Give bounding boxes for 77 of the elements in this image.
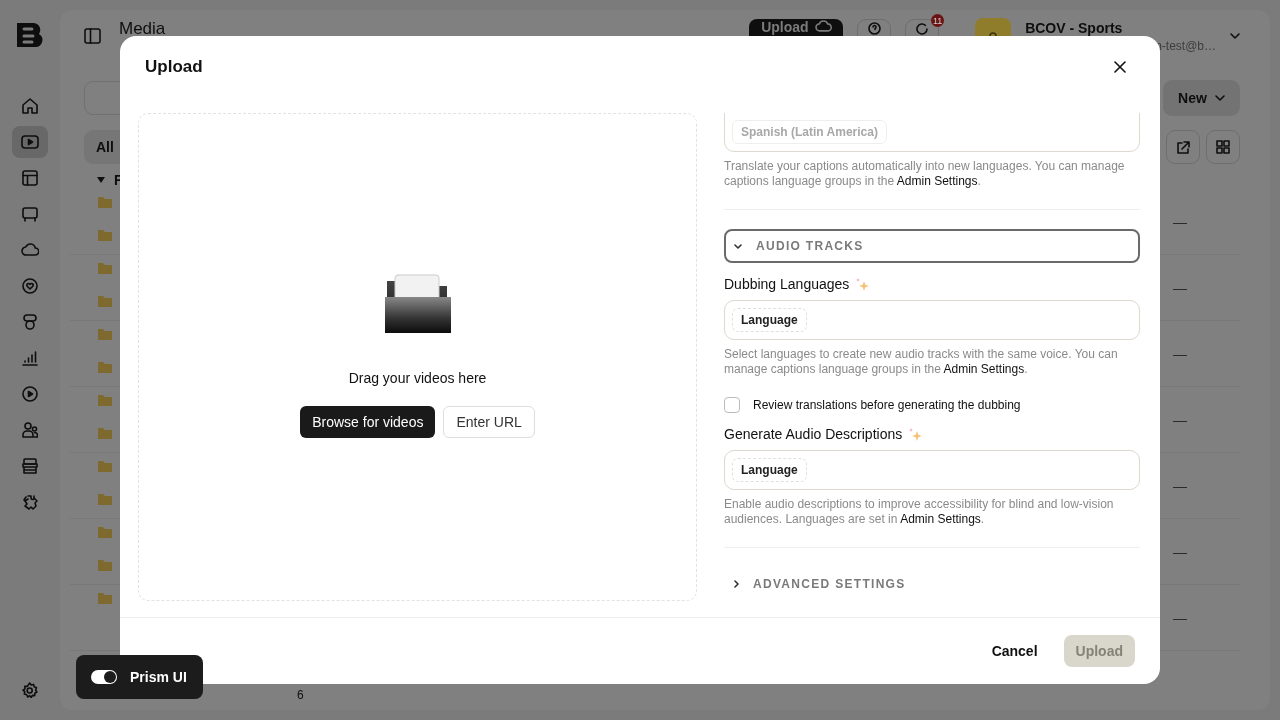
cancel-button[interactable]: Cancel: [985, 642, 1044, 660]
section-header[interactable]: ADVANCED SETTINGS: [724, 567, 1140, 601]
home-icon: [22, 98, 38, 114]
folder-icon: [97, 493, 113, 506]
notification-badge: 11: [931, 14, 945, 27]
store-icon: [22, 458, 38, 474]
chevron-down-icon: [734, 243, 742, 249]
new-button[interactable]: New: [1163, 80, 1240, 116]
folder-icon: [97, 328, 113, 341]
url-button[interactable]: Enter URL: [443, 406, 535, 438]
tv-icon: [22, 206, 38, 222]
folder-icon: [97, 427, 113, 440]
folder-icon: [97, 229, 113, 242]
chevron-right-icon: [734, 580, 739, 588]
field-label: Generate Audio Descriptions: [724, 426, 903, 442]
dialog-title: Upload: [145, 57, 203, 77]
widget-icon: [23, 314, 37, 330]
admin-settings-link[interactable]: Admin Settings: [900, 512, 981, 526]
table-cell: —: [1173, 411, 1187, 428]
folder-icon: [383, 274, 452, 334]
account-name: BCOV - Sports: [1025, 19, 1123, 36]
folder-icon: [97, 394, 113, 407]
language-placeholder: Language: [732, 458, 807, 482]
field-label: Dubbing Languages: [724, 276, 850, 292]
folder-icon: [97, 526, 113, 539]
folder-icon: [97, 559, 113, 572]
close-icon: [1114, 61, 1126, 73]
table-cell: —: [1173, 543, 1187, 560]
cloud-icon: [814, 20, 832, 32]
folder-icon: [97, 592, 113, 605]
share-button[interactable]: [1166, 130, 1200, 164]
chevron-down-icon: [1214, 95, 1225, 101]
language-field[interactable]: Language: [724, 300, 1140, 340]
chart-icon: [22, 350, 38, 366]
sidebar-toggle-icon: [84, 28, 101, 44]
drop-prompt: Drag your videos here: [348, 370, 487, 386]
section-header[interactable]: AUDIO TRACKS: [724, 229, 1140, 263]
refresh-icon: [916, 23, 929, 35]
browse-button[interactable]: Browse for videos: [300, 406, 436, 438]
admin-settings-link[interactable]: Admin Settings: [896, 174, 978, 188]
checkbox[interactable]: [724, 397, 740, 413]
settings-button[interactable]: [22, 681, 38, 698]
settings-icon: [22, 681, 38, 698]
logo-icon: [16, 22, 44, 48]
chevron-down-icon: [1230, 33, 1240, 39]
table-cell: —: [1173, 609, 1187, 626]
item-count: 6: [297, 688, 304, 702]
language-field[interactable]: Language: [724, 450, 1140, 490]
cloud-icon: [20, 243, 40, 257]
share-icon: [1176, 140, 1190, 154]
table-cell: —: [1173, 279, 1187, 296]
play-circle-icon: [22, 386, 38, 402]
folder-icon: [97, 361, 113, 374]
users-icon: [21, 422, 39, 438]
checkbox-label: Review translations before generating the dubbing: [753, 398, 1021, 412]
help-icon: [867, 22, 881, 35]
toggle-label: Prism UI: [130, 669, 187, 685]
help-text: Enable audio descriptions to improve accessibility for blind and low-vision audiences. Languages are set in Admin Settings.: [724, 497, 1115, 527]
help-text: Translate your captions automatically into new languages. You can manage captions language groups in the Admin Settings.: [724, 159, 1126, 189]
table-cell: —: [1173, 477, 1187, 494]
folder-icon: [97, 262, 113, 275]
grid-view-button[interactable]: [1206, 130, 1240, 164]
table-cell: —: [1173, 213, 1187, 230]
puzzle-icon: [22, 494, 38, 510]
toggle-switch[interactable]: [91, 670, 117, 684]
folder-icon: [97, 460, 113, 473]
layout-icon: [22, 170, 38, 186]
language-chip: Spanish (Latin America): [732, 120, 887, 144]
help-text: Select languages to create new audio tracks with the same voice. You can manage captions language groups in the Admin Settings.: [724, 347, 1119, 377]
language-placeholder: Language: [732, 308, 807, 332]
folder-icon: [97, 196, 113, 209]
folder-icon: [97, 295, 113, 308]
play-icon: [21, 135, 39, 149]
grid-icon: [1216, 140, 1230, 154]
page-title: Media: [119, 20, 166, 38]
sidebar-item[interactable]: [12, 126, 48, 158]
table-cell: —: [1173, 345, 1187, 362]
